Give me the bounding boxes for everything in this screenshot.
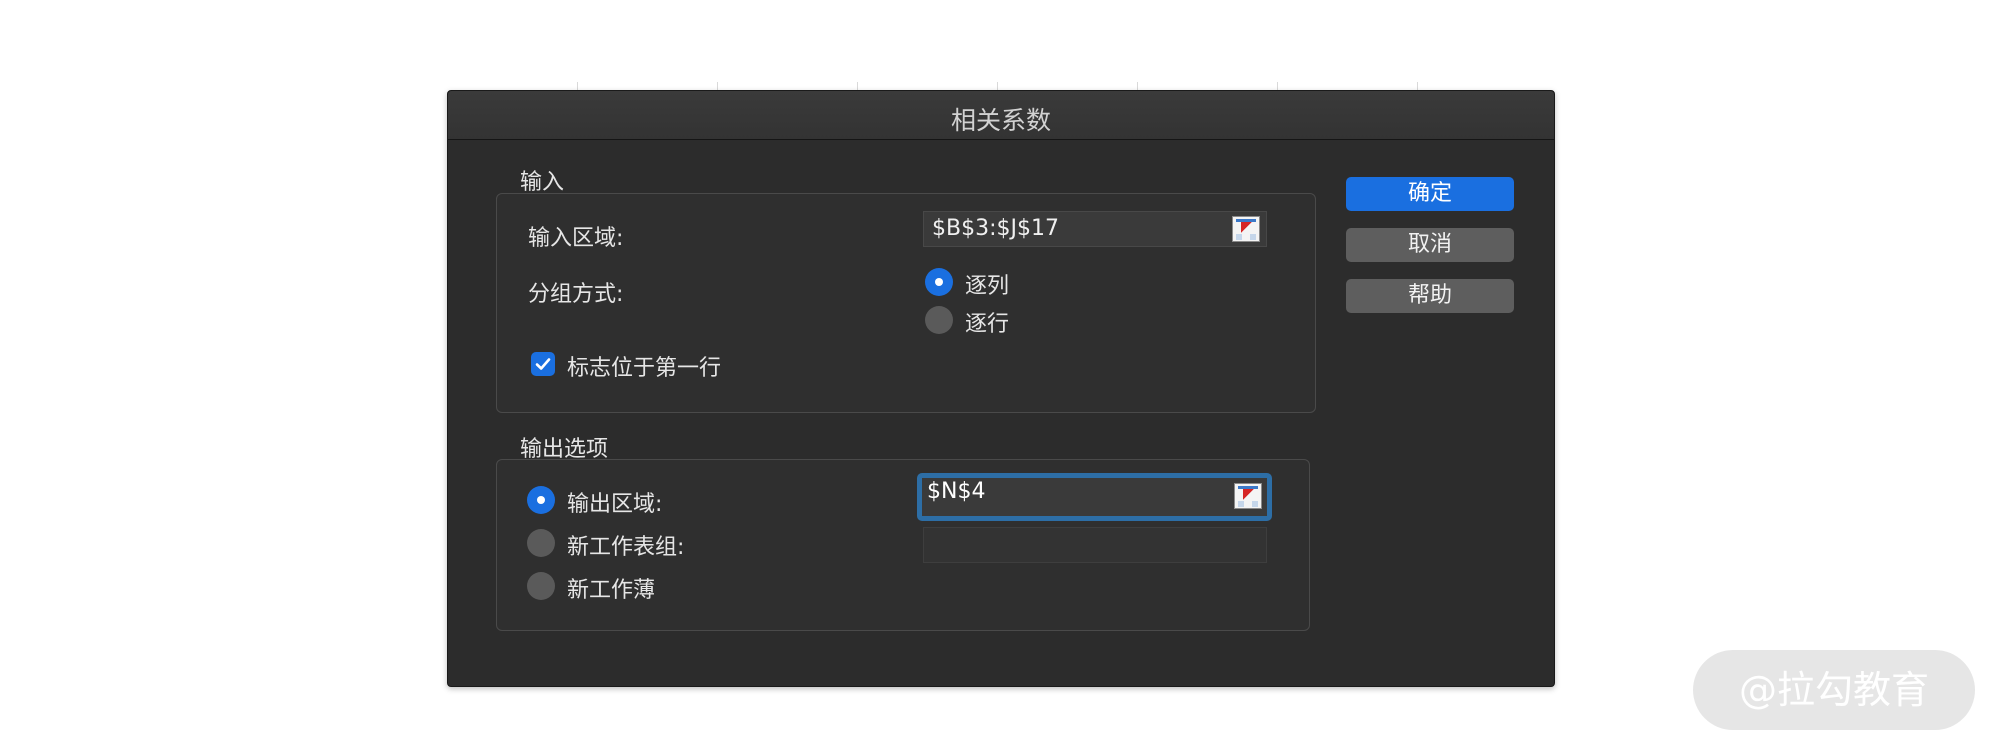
output-group-box: 输出区域: $N$4 新工作表组: 新工作薄 — [496, 459, 1310, 631]
labels-first-row-checkbox[interactable] — [531, 352, 555, 376]
output-range-value: $N$4 — [927, 479, 986, 504]
new-workbook-label: 新工作薄 — [567, 578, 656, 603]
output-range-label: 输出区域: — [567, 492, 663, 517]
group-by-row-label: 逐行 — [965, 312, 1010, 337]
labels-first-row-label: 标志位于第一行 — [567, 356, 722, 381]
watermark: @拉勾教育 — [1693, 650, 1975, 730]
group-by-column-label: 逐列 — [965, 274, 1010, 299]
group-by-row-radio[interactable] — [925, 306, 953, 334]
new-workbook-radio[interactable] — [527, 572, 555, 600]
dialog-title: 相关系数 — [950, 106, 1051, 135]
ok-button[interactable]: 确定 — [1346, 177, 1514, 211]
new-sheet-name-field[interactable] — [923, 527, 1267, 563]
correlation-dialog: 相关系数 输入 输入区域: $B$3:$J$17 分组方式: 逐列 逐行 标志位… — [447, 90, 1555, 687]
input-range-value: $B$3:$J$17 — [932, 216, 1059, 241]
output-range-field[interactable]: $N$4 — [917, 473, 1272, 521]
checkmark-icon — [535, 358, 551, 370]
input-range-label: 输入区域: — [528, 226, 624, 251]
input-range-field[interactable]: $B$3:$J$17 — [923, 211, 1267, 247]
grouping-label: 分组方式: — [528, 282, 624, 307]
spreadsheet-grid-remnant — [447, 82, 1553, 90]
group-by-column-radio[interactable] — [925, 268, 953, 296]
new-sheet-radio[interactable] — [527, 529, 555, 557]
output-range-radio[interactable] — [527, 486, 555, 514]
cancel-button[interactable]: 取消 — [1346, 228, 1514, 262]
dialog-titlebar[interactable]: 相关系数 — [448, 91, 1554, 140]
new-sheet-label: 新工作表组: — [567, 535, 685, 560]
input-group-box: 输入区域: $B$3:$J$17 分组方式: 逐列 逐行 标志位于第一行 — [496, 193, 1316, 413]
input-section-label: 输入 — [520, 170, 565, 195]
help-button[interactable]: 帮助 — [1346, 279, 1514, 313]
range-picker-icon[interactable] — [1234, 483, 1262, 509]
range-picker-icon[interactable] — [1232, 216, 1260, 242]
